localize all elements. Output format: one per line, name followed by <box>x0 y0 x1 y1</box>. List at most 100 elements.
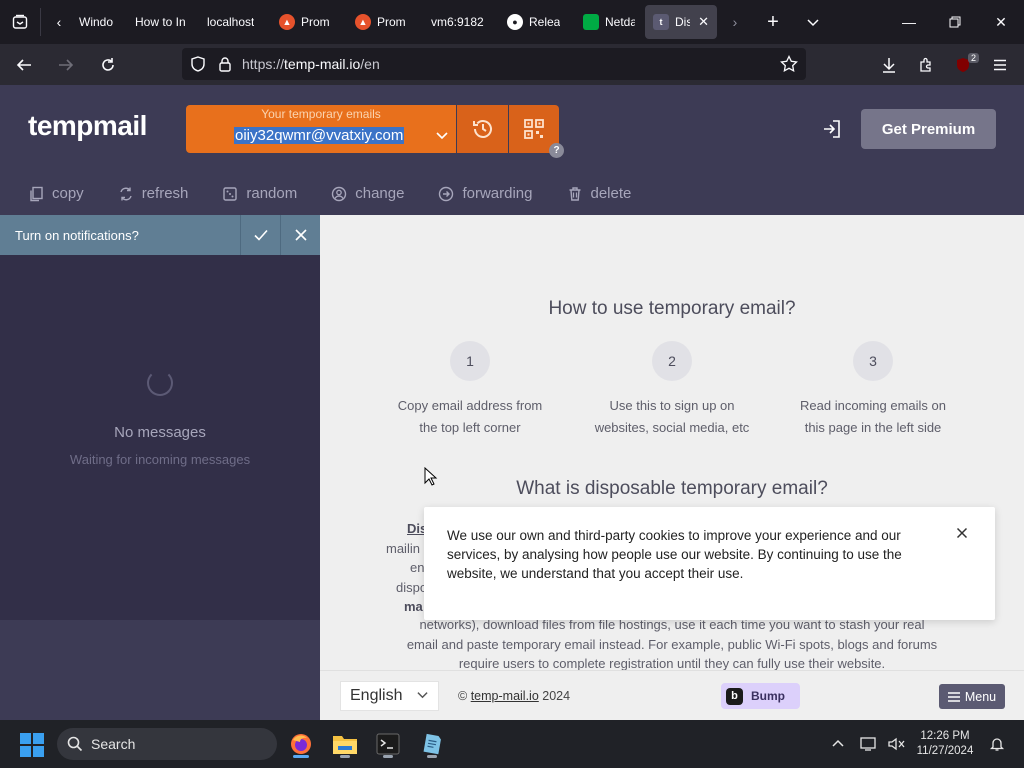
notification-prompt: Turn on notifications? <box>0 215 320 255</box>
copyright-year: 2024 <box>542 689 571 703</box>
change-action[interactable]: change <box>331 185 404 202</box>
copy-label: copy <box>52 185 84 202</box>
app-menu-button[interactable] <box>982 49 1018 81</box>
taskbar-file-explorer[interactable] <box>325 728 365 760</box>
clock-date: 11/27/2024 <box>916 745 974 757</box>
forwarding-label: forwarding <box>462 185 533 202</box>
step-number: 2 <box>652 341 692 381</box>
close-cookie-button[interactable] <box>954 525 970 541</box>
url-text[interactable]: https://temp-mail.io/en <box>242 56 380 72</box>
step-description: Use this to sign up on websites, social … <box>582 395 762 439</box>
empty-inbox-title: No messages <box>114 424 206 441</box>
bump-label: Bump <box>751 689 785 703</box>
volume-muted-icon <box>888 737 905 751</box>
clock-time: 12:26 PM <box>920 730 970 742</box>
paragraph-fragment: ma <box>404 599 423 614</box>
step-line: Use this to sign up on <box>609 398 735 413</box>
paragraph-fragment: en <box>410 560 425 575</box>
refresh-action[interactable]: refresh <box>118 185 189 202</box>
menu-button[interactable]: Menu <box>939 684 1005 709</box>
email-box[interactable]: Your temporary emails oiiy32qwmr@vvatxiy… <box>186 105 456 153</box>
tab-windows[interactable]: Windo <box>77 5 127 39</box>
taskbar-clock[interactable]: 12:26 PM 11/27/2024 <box>910 729 980 759</box>
reload-button[interactable] <box>90 49 126 81</box>
taskbar-terminal[interactable] <box>368 728 408 760</box>
paragraph-line: require users to complete registration u… <box>458 656 886 670</box>
back-button[interactable] <box>6 49 42 81</box>
random-icon <box>223 186 238 201</box>
arrow-right-icon <box>59 58 74 71</box>
taskbar-search[interactable]: Search <box>57 728 277 760</box>
forward-button[interactable] <box>48 49 84 81</box>
running-indicator <box>383 755 393 758</box>
tab-tempmail-active[interactable]: t Dis ✕ <box>645 5 717 39</box>
volume-tray-icon[interactable] <box>885 732 907 756</box>
email-caption: Your temporary emails <box>261 107 381 121</box>
forwarding-action[interactable]: forwarding <box>438 185 533 202</box>
github-icon: ● <box>507 14 523 30</box>
cookie-text: We use our own and third-party cookies t… <box>447 528 902 581</box>
get-premium-button[interactable]: Get Premium <box>861 109 996 149</box>
shield-icon[interactable] <box>190 56 206 72</box>
site-header: tempmail Your temporary emails oiiy32qwm… <box>0 85 1024 215</box>
close-tab-icon[interactable]: ✕ <box>698 14 709 30</box>
email-history-button[interactable] <box>457 105 508 153</box>
random-action[interactable]: random <box>222 185 297 202</box>
ublock-extension-button[interactable]: 2 <box>945 49 981 81</box>
minimize-window-button[interactable]: — <box>886 0 932 44</box>
tab-scroll-left-button[interactable]: ‹ <box>41 0 77 44</box>
chevron-down-icon[interactable] <box>436 129 448 141</box>
network-tray-icon[interactable] <box>858 732 880 756</box>
login-button[interactable] <box>818 115 846 143</box>
dismiss-notifications-button[interactable] <box>280 215 320 255</box>
site-logo[interactable]: tempmail <box>28 110 147 142</box>
taskbar-app[interactable] <box>412 728 452 760</box>
copyright-link[interactable]: temp-mail.io <box>471 689 539 703</box>
tab-localhost[interactable]: localhost <box>199 5 271 39</box>
lock-icon[interactable] <box>218 56 232 72</box>
tab-vm6[interactable]: vm6:9182 <box>423 5 499 39</box>
windows-start-button[interactable] <box>20 733 44 757</box>
tab-netdata[interactable]: Netda <box>575 5 643 39</box>
bump-button[interactable]: b Bump <box>721 683 800 709</box>
windows-logo-pane <box>33 746 44 757</box>
restore-window-button[interactable] <box>932 0 978 44</box>
tab-scroll-right-button[interactable]: › <box>717 0 753 44</box>
delete-action[interactable]: delete <box>567 185 631 202</box>
folder-icon <box>333 736 357 754</box>
menu-label: Menu <box>964 689 997 704</box>
taskbar-firefox[interactable] <box>281 728 321 760</box>
hamburger-icon <box>947 691 960 702</box>
history-icon <box>472 120 492 138</box>
browser-nav-bar: https://temp-mail.io/en 2 <box>0 44 1024 85</box>
new-tab-button[interactable]: + <box>753 0 793 44</box>
step-line: the top left corner <box>419 420 521 435</box>
refresh-label: refresh <box>141 185 189 202</box>
tab-prometheus-2[interactable]: ▲ Prom <box>347 5 423 39</box>
accept-notifications-button[interactable] <box>240 215 280 255</box>
tab-overview-button[interactable] <box>0 0 40 44</box>
downloads-button[interactable] <box>871 49 907 81</box>
plus-icon: + <box>767 10 779 33</box>
notifications-tray-button[interactable] <box>987 732 1007 756</box>
close-window-button[interactable]: ✕ <box>978 0 1024 44</box>
paragraph-fragment: mailin <box>386 541 420 556</box>
extensions-button[interactable] <box>908 49 944 81</box>
tab-prometheus-1[interactable]: ▲ Prom <box>271 5 347 39</box>
email-address[interactable]: oiiy32qwmr@vvatxiy.com <box>234 127 405 144</box>
help-icon[interactable]: ? <box>549 143 564 158</box>
copy-action[interactable]: copy <box>28 185 84 202</box>
tab-releases[interactable]: ● Relea <box>499 5 575 39</box>
empty-inbox-subtitle: Waiting for incoming messages <box>69 452 251 467</box>
running-indicator <box>427 755 437 758</box>
list-all-tabs-button[interactable] <box>793 0 833 44</box>
bookmark-star-icon[interactable] <box>780 55 798 73</box>
language-value: English <box>350 687 403 704</box>
chevron-up-icon <box>832 739 844 747</box>
tab-how-to[interactable]: How to In <box>127 5 199 39</box>
url-bar[interactable]: https://temp-mail.io/en <box>182 48 806 80</box>
language-select[interactable]: English <box>340 681 439 711</box>
prometheus-icon: ▲ <box>355 14 371 30</box>
arrow-left-icon <box>16 58 31 71</box>
show-hidden-icons-button[interactable] <box>829 732 847 756</box>
